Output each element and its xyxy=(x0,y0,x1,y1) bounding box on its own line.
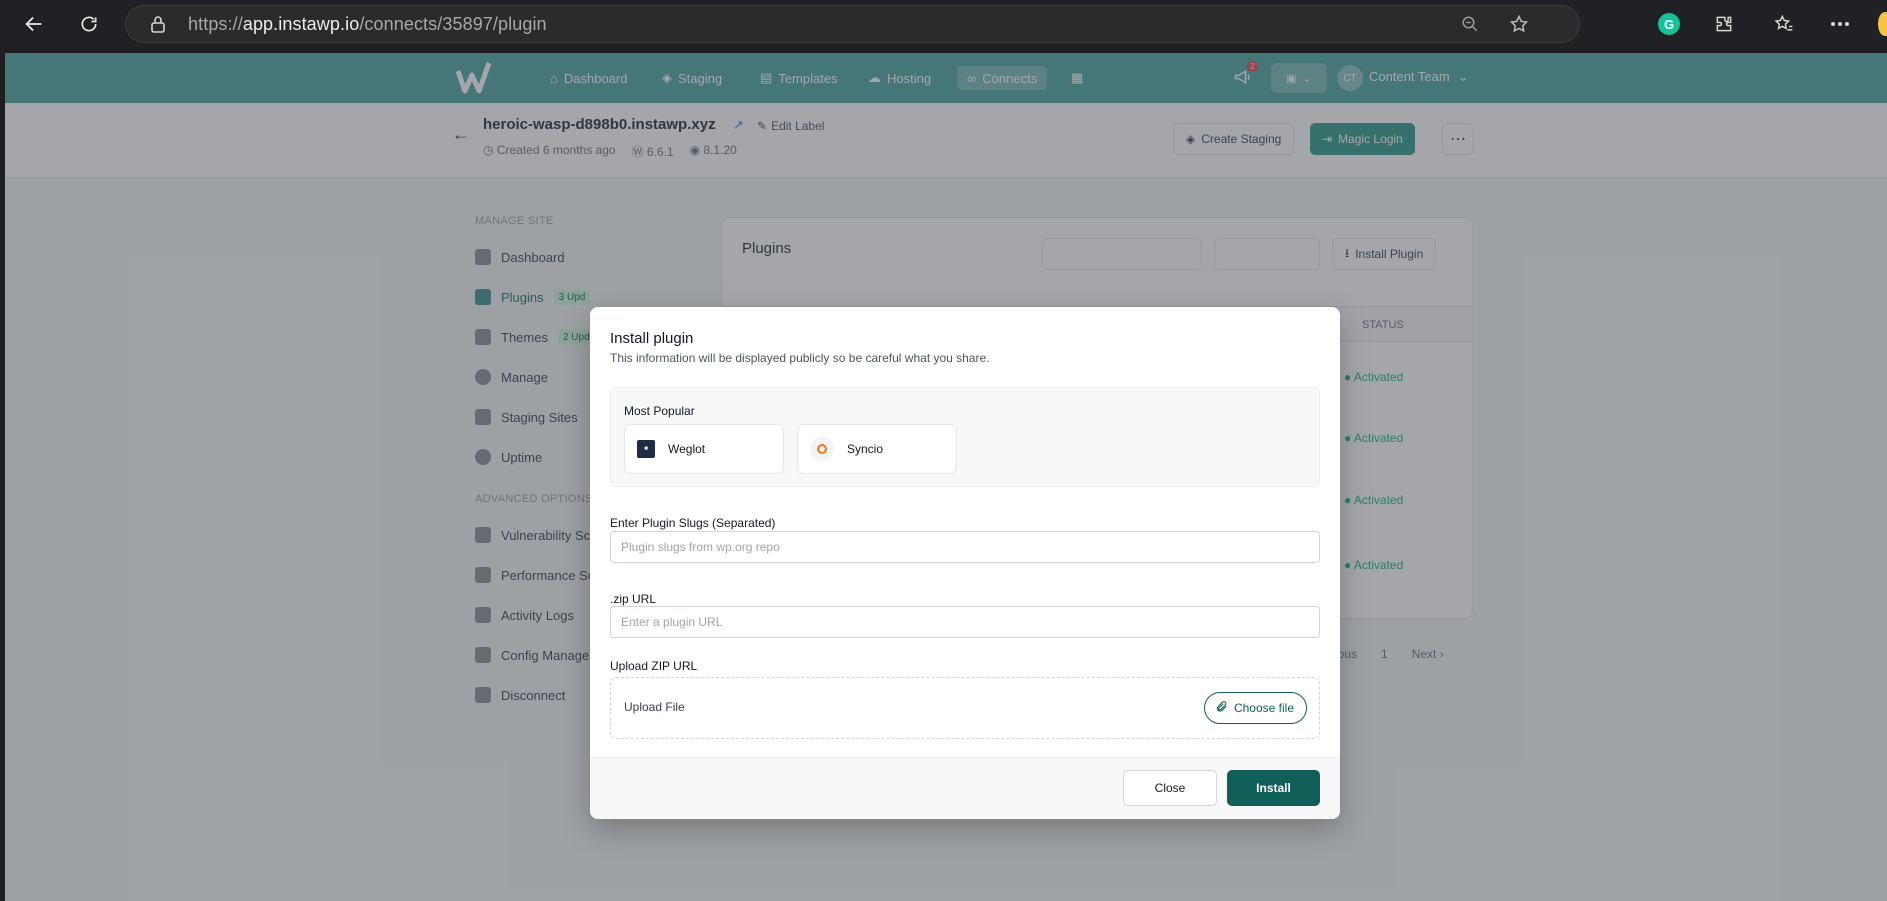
modal-subtitle: This information will be displayed publi… xyxy=(610,351,990,365)
modal-footer: Close Install xyxy=(590,757,1340,819)
back-arrow-icon[interactable] xyxy=(20,10,48,38)
close-button[interactable]: Close xyxy=(1123,770,1217,806)
address-bar[interactable]: https://app.instawp.io/connects/35897/pl… xyxy=(125,5,1580,43)
upload-dropzone[interactable]: Upload File Choose file xyxy=(610,677,1320,739)
web-page: ⌂ Dashboard ◈ Staging ▤ Templates ☁ Hosting … xyxy=(5,53,1887,901)
upload-zip-label: Upload ZIP URL xyxy=(610,659,698,673)
zoom-icon[interactable] xyxy=(1461,15,1479,38)
zip-url-label: .zip URL xyxy=(610,592,657,606)
most-popular-section: Most Popular ■ Weglot Syncio xyxy=(610,387,1320,487)
most-popular-label: Most Popular xyxy=(624,404,695,418)
plugin-name: Weglot xyxy=(668,442,706,456)
browser-toolbar: https://app.instawp.io/connects/35897/pl… xyxy=(0,0,1887,48)
plugin-name: Syncio xyxy=(847,442,884,456)
favorites-icon[interactable] xyxy=(1770,10,1798,38)
grammarly-icon[interactable]: G xyxy=(1655,10,1683,38)
more-menu-icon[interactable] xyxy=(1826,10,1854,38)
star-icon[interactable] xyxy=(1509,14,1529,39)
plugin-slugs-input[interactable]: Plugin slugs from wp.org repo xyxy=(610,531,1320,563)
install-button[interactable]: Install xyxy=(1227,770,1320,806)
extensions-icon[interactable] xyxy=(1710,10,1738,38)
paperclip-icon xyxy=(1215,700,1228,716)
lock-icon xyxy=(150,15,166,38)
choose-file-button[interactable]: Choose file xyxy=(1203,692,1307,724)
zip-url-input[interactable]: Enter a plugin URL xyxy=(610,606,1320,638)
modal-title: Install plugin xyxy=(610,330,694,347)
plugin-slugs-label: Enter Plugin Slugs (Separated) xyxy=(610,516,776,530)
reload-icon[interactable] xyxy=(75,10,103,38)
popular-plugin-weglot[interactable]: ■ Weglot xyxy=(624,424,784,474)
choose-file-label: Choose file xyxy=(1233,701,1294,715)
url-path: /connects/35897/plugin xyxy=(359,14,547,34)
syncio-logo-icon xyxy=(810,437,834,461)
install-plugin-modal: Install plugin This information will be … xyxy=(590,307,1340,819)
url-host: app.instawp.io xyxy=(242,14,360,34)
url-prefix: https:// xyxy=(188,14,243,34)
weglot-logo-icon: ■ xyxy=(637,440,655,458)
copilot-icon[interactable] xyxy=(1878,12,1887,36)
popular-plugin-syncio[interactable]: Syncio xyxy=(797,424,957,474)
upload-file-text: Upload File xyxy=(624,700,685,714)
url-text: https://app.instawp.io/connects/35897/pl… xyxy=(188,14,547,35)
